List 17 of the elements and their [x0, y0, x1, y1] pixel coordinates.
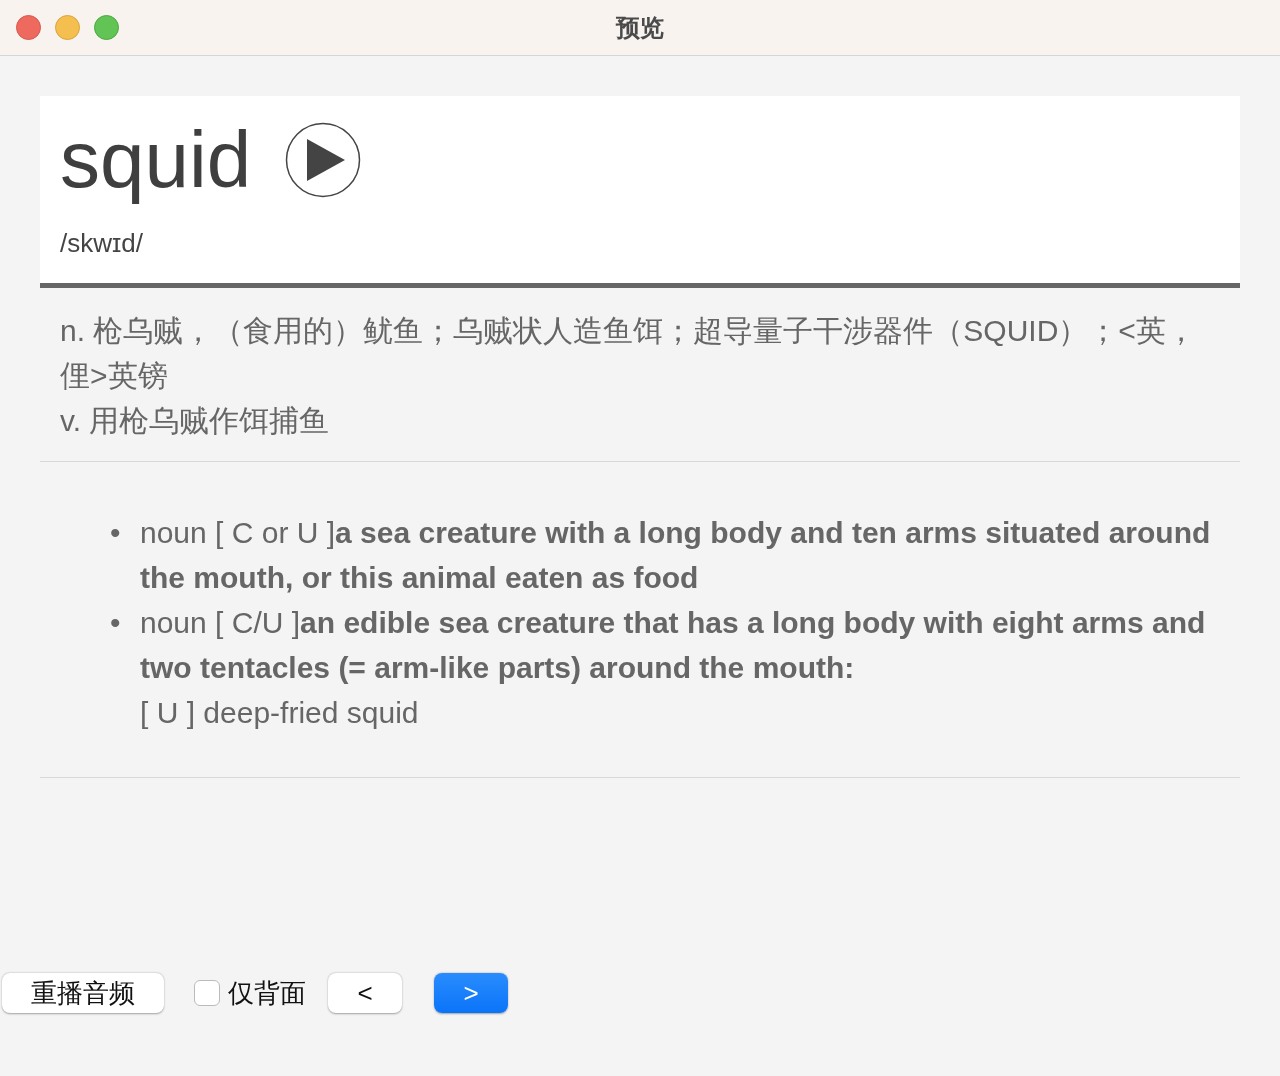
window-title: 预览: [616, 13, 664, 41]
previous-button[interactable]: <: [328, 973, 402, 1013]
bullet: •: [110, 515, 122, 551]
play-icon[interactable]: [285, 122, 362, 198]
meaning-line: v. 用枪乌贼作饵捕鱼: [60, 403, 331, 439]
example-text: [ U ] deep-fried squid: [140, 695, 420, 731]
minimize-button[interactable]: [55, 15, 80, 40]
close-button[interactable]: [16, 15, 41, 40]
replay-audio-button[interactable]: 重播音频: [2, 973, 164, 1013]
checkbox[interactable]: [194, 980, 220, 1006]
checkbox-label[interactable]: 仅背面: [228, 975, 306, 1011]
bullet: •: [110, 605, 122, 641]
definition-text: noun [ C/U ]an edible sea creature that has a long body with eight arms and two tentacles (= arm-like parts) around the mouth:: [140, 605, 1207, 686]
headword: squid: [60, 114, 252, 206]
next-button[interactable]: >: [434, 973, 508, 1013]
phonetic: /skwɪd/: [60, 228, 144, 259]
zoom-button[interactable]: [94, 15, 119, 40]
